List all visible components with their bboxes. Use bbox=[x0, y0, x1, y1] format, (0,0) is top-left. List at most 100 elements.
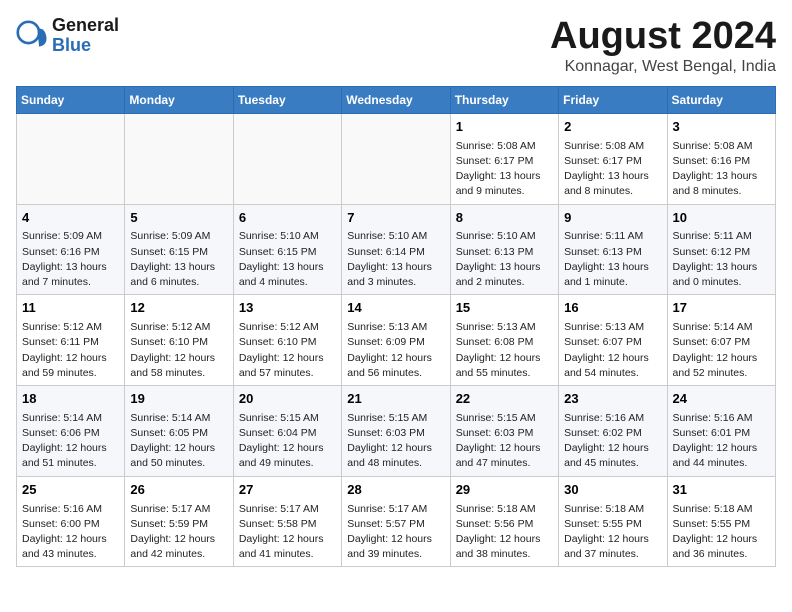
cell-1-1: 5Sunrise: 5:09 AM Sunset: 6:15 PM Daylig… bbox=[125, 204, 233, 295]
header-sunday: Sunday bbox=[17, 86, 125, 113]
cell-content: Sunrise: 5:15 AM Sunset: 6:03 PM Dayligh… bbox=[456, 411, 553, 472]
day-number: 30 bbox=[564, 481, 661, 500]
cell-content: Sunrise: 5:18 AM Sunset: 5:56 PM Dayligh… bbox=[456, 502, 553, 563]
day-number: 26 bbox=[130, 481, 227, 500]
logo: General Blue bbox=[16, 16, 119, 56]
cell-0-1 bbox=[125, 113, 233, 204]
cell-content: Sunrise: 5:10 AM Sunset: 6:14 PM Dayligh… bbox=[347, 229, 444, 290]
day-number: 13 bbox=[239, 299, 336, 318]
cell-0-5: 2 Sunrise: 5:08 AM Sunset: 6:17 PM Daylig… bbox=[559, 113, 667, 204]
cell-content: Sunrise: 5:08 AM Sunset: 6:16 PM Dayligh… bbox=[673, 139, 770, 200]
day-number: 10 bbox=[673, 209, 770, 228]
day-number: 28 bbox=[347, 481, 444, 500]
cell-content: Sunrise: 5:10 AM Sunset: 6:13 PM Dayligh… bbox=[456, 229, 553, 290]
cell-2-2: 13 Sunrise: 5:12 AM Sunset: 6:10 PM Dayli… bbox=[233, 295, 341, 386]
cell-content: Sunrise: 5:16 AM Sunset: 6:02 PM Dayligh… bbox=[564, 411, 661, 472]
week-row-4: 18Sunrise: 5:14 AM Sunset: 6:06 PM Dayli… bbox=[17, 385, 776, 476]
day-number: 16 bbox=[564, 299, 661, 318]
cell-content: Sunrise: 5:11 AM Sunset: 6:13 PM Dayligh… bbox=[564, 229, 661, 290]
cell-content: Sunrise: 5:15 AM Sunset: 6:04 PM Dayligh… bbox=[239, 411, 336, 472]
day-number: 3 bbox=[673, 118, 770, 137]
cell-3-1: 19Sunrise: 5:14 AM Sunset: 6:05 PM Dayli… bbox=[125, 385, 233, 476]
logo-icon bbox=[16, 20, 48, 52]
cell-1-5: 9Sunrise: 5:11 AM Sunset: 6:13 PM Daylig… bbox=[559, 204, 667, 295]
cell-content: Sunrise: 5:17 AM Sunset: 5:57 PM Dayligh… bbox=[347, 502, 444, 563]
cell-2-5: 16 Sunrise: 5:13 AM Sunset: 6:07 PM Dayli… bbox=[559, 295, 667, 386]
day-number: 11 bbox=[22, 299, 119, 318]
day-number: 5 bbox=[130, 209, 227, 228]
cell-3-2: 20Sunrise: 5:15 AM Sunset: 6:04 PM Dayli… bbox=[233, 385, 341, 476]
day-number: 21 bbox=[347, 390, 444, 409]
cell-1-2: 6Sunrise: 5:10 AM Sunset: 6:15 PM Daylig… bbox=[233, 204, 341, 295]
cell-1-0: 4Sunrise: 5:09 AM Sunset: 6:16 PM Daylig… bbox=[17, 204, 125, 295]
day-number: 18 bbox=[22, 390, 119, 409]
day-number: 8 bbox=[456, 209, 553, 228]
cell-4-2: 27 Sunrise: 5:17 AM Sunset: 5:58 PM Dayli… bbox=[233, 476, 341, 567]
day-number: 24 bbox=[673, 390, 770, 409]
title-block: August 2024 Konnagar, West Bengal, India bbox=[550, 16, 776, 76]
cell-3-0: 18Sunrise: 5:14 AM Sunset: 6:06 PM Dayli… bbox=[17, 385, 125, 476]
cell-content: Sunrise: 5:16 AM Sunset: 6:00 PM Dayligh… bbox=[22, 502, 119, 563]
cell-1-4: 8Sunrise: 5:10 AM Sunset: 6:13 PM Daylig… bbox=[450, 204, 558, 295]
day-number: 23 bbox=[564, 390, 661, 409]
cell-3-6: 24Sunrise: 5:16 AM Sunset: 6:01 PM Dayli… bbox=[667, 385, 775, 476]
day-number: 12 bbox=[130, 299, 227, 318]
day-number: 29 bbox=[456, 481, 553, 500]
day-number: 9 bbox=[564, 209, 661, 228]
cell-content: Sunrise: 5:14 AM Sunset: 6:05 PM Dayligh… bbox=[130, 411, 227, 472]
calendar-header: SundayMondayTuesdayWednesdayThursdayFrid… bbox=[17, 86, 776, 113]
day-number: 25 bbox=[22, 481, 119, 500]
header-tuesday: Tuesday bbox=[233, 86, 341, 113]
calendar-title: August 2024 bbox=[550, 16, 776, 58]
cell-3-5: 23 Sunrise: 5:16 AM Sunset: 6:02 PM Dayli… bbox=[559, 385, 667, 476]
day-number: 14 bbox=[347, 299, 444, 318]
cell-content: Sunrise: 5:15 AM Sunset: 6:03 PM Dayligh… bbox=[347, 411, 444, 472]
cell-content: Sunrise: 5:14 AM Sunset: 6:07 PM Dayligh… bbox=[673, 320, 770, 381]
cell-content: Sunrise: 5:13 AM Sunset: 6:08 PM Dayligh… bbox=[456, 320, 553, 381]
day-number: 2 bbox=[564, 118, 661, 137]
day-number: 22 bbox=[456, 390, 553, 409]
week-row-2: 4Sunrise: 5:09 AM Sunset: 6:16 PM Daylig… bbox=[17, 204, 776, 295]
cell-content: Sunrise: 5:13 AM Sunset: 6:09 PM Dayligh… bbox=[347, 320, 444, 381]
day-number: 4 bbox=[22, 209, 119, 228]
cell-1-3: 7Sunrise: 5:10 AM Sunset: 6:14 PM Daylig… bbox=[342, 204, 450, 295]
cell-4-3: 28 Sunrise: 5:17 AM Sunset: 5:57 PM Dayli… bbox=[342, 476, 450, 567]
header-saturday: Saturday bbox=[667, 86, 775, 113]
day-number: 7 bbox=[347, 209, 444, 228]
day-number: 6 bbox=[239, 209, 336, 228]
cell-4-6: 31Sunrise: 5:18 AM Sunset: 5:55 PM Dayli… bbox=[667, 476, 775, 567]
cell-content: Sunrise: 5:09 AM Sunset: 6:15 PM Dayligh… bbox=[130, 229, 227, 290]
header-wednesday: Wednesday bbox=[342, 86, 450, 113]
day-number: 27 bbox=[239, 481, 336, 500]
cell-content: Sunrise: 5:09 AM Sunset: 6:16 PM Dayligh… bbox=[22, 229, 119, 290]
cell-content: Sunrise: 5:11 AM Sunset: 6:12 PM Dayligh… bbox=[673, 229, 770, 290]
day-number: 1 bbox=[456, 118, 553, 137]
cell-2-6: 17Sunrise: 5:14 AM Sunset: 6:07 PM Dayli… bbox=[667, 295, 775, 386]
week-row-1: 1 Sunrise: 5:08 AM Sunset: 6:17 PM Daylig… bbox=[17, 113, 776, 204]
cell-0-4: 1Sunrise: 5:08 AM Sunset: 6:17 PM Daylig… bbox=[450, 113, 558, 204]
cell-0-2 bbox=[233, 113, 341, 204]
cell-content: Sunrise: 5:13 AM Sunset: 6:07 PM Dayligh… bbox=[564, 320, 661, 381]
cell-4-1: 26 Sunrise: 5:17 AM Sunset: 5:59 PM Dayli… bbox=[125, 476, 233, 567]
cell-4-0: 25 Sunrise: 5:16 AM Sunset: 6:00 PM Dayli… bbox=[17, 476, 125, 567]
cell-content: Sunrise: 5:12 AM Sunset: 6:10 PM Dayligh… bbox=[239, 320, 336, 381]
cell-4-4: 29 Sunrise: 5:18 AM Sunset: 5:56 PM Dayli… bbox=[450, 476, 558, 567]
cell-content: Sunrise: 5:08 AM Sunset: 6:17 PM Dayligh… bbox=[564, 139, 661, 200]
day-number: 15 bbox=[456, 299, 553, 318]
cell-2-1: 12 Sunrise: 5:12 AM Sunset: 6:10 PM Dayli… bbox=[125, 295, 233, 386]
cell-content: Sunrise: 5:12 AM Sunset: 6:10 PM Dayligh… bbox=[130, 320, 227, 381]
cell-content: Sunrise: 5:17 AM Sunset: 5:58 PM Dayligh… bbox=[239, 502, 336, 563]
calendar-subtitle: Konnagar, West Bengal, India bbox=[550, 58, 776, 76]
header-row: SundayMondayTuesdayWednesdayThursdayFrid… bbox=[17, 86, 776, 113]
cell-2-4: 15 Sunrise: 5:13 AM Sunset: 6:08 PM Dayli… bbox=[450, 295, 558, 386]
cell-0-3 bbox=[342, 113, 450, 204]
header-thursday: Thursday bbox=[450, 86, 558, 113]
header-monday: Monday bbox=[125, 86, 233, 113]
cell-2-3: 14 Sunrise: 5:13 AM Sunset: 6:09 PM Dayli… bbox=[342, 295, 450, 386]
cell-content: Sunrise: 5:17 AM Sunset: 5:59 PM Dayligh… bbox=[130, 502, 227, 563]
cell-4-5: 30 Sunrise: 5:18 AM Sunset: 5:55 PM Dayli… bbox=[559, 476, 667, 567]
week-row-5: 25 Sunrise: 5:16 AM Sunset: 6:00 PM Dayli… bbox=[17, 476, 776, 567]
cell-content: Sunrise: 5:18 AM Sunset: 5:55 PM Dayligh… bbox=[564, 502, 661, 563]
calendar-table: SundayMondayTuesdayWednesdayThursdayFrid… bbox=[16, 86, 776, 568]
cell-2-0: 11Sunrise: 5:12 AM Sunset: 6:11 PM Dayli… bbox=[17, 295, 125, 386]
